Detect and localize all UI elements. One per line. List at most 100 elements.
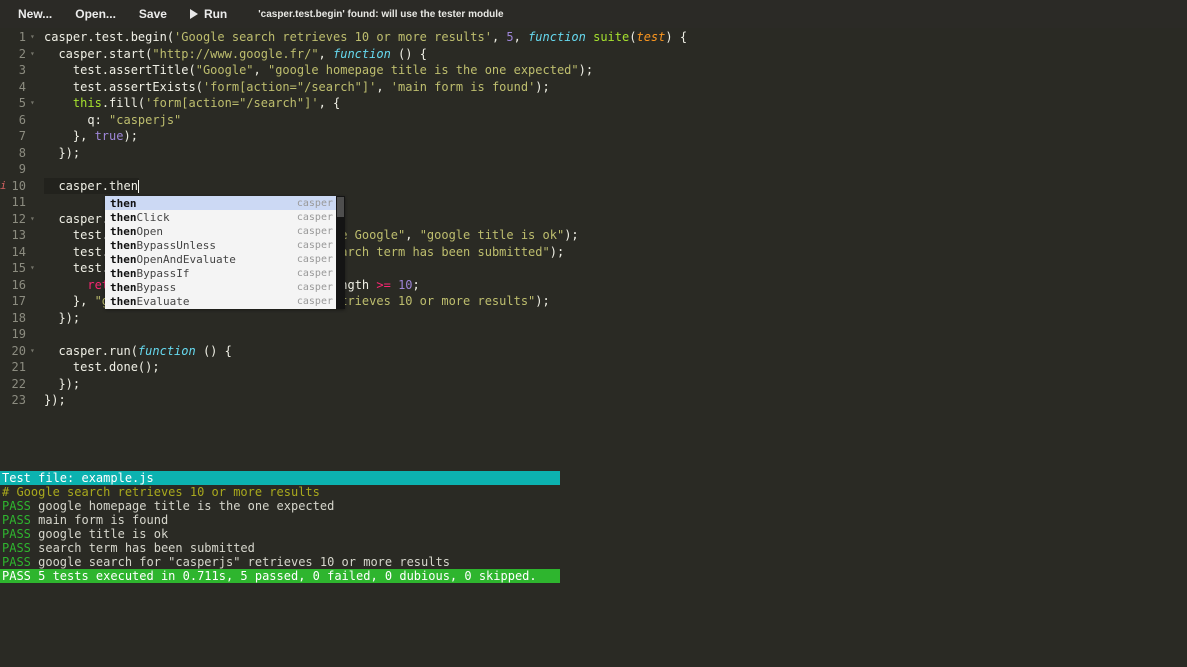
code-text: }, true);	[44, 128, 138, 145]
fold-toggle-icon[interactable]: ▾	[26, 343, 44, 360]
autocomplete-item-suffix: Click	[136, 210, 170, 224]
autocomplete-scrollbar[interactable]	[336, 196, 345, 309]
save-button[interactable]: Save	[139, 7, 167, 21]
code-token: test.assertExists(	[44, 79, 203, 94]
code-line[interactable]: 20 ▾ casper.run(function () {	[0, 343, 1187, 360]
text-cursor	[137, 179, 139, 193]
new-button[interactable]: New...	[18, 7, 52, 21]
autocomplete-item[interactable]: then Click casper	[105, 210, 345, 224]
autocomplete-item-meta: casper	[296, 296, 333, 308]
code-line[interactable]: 8 });	[0, 145, 1187, 162]
code-token: ;	[412, 277, 420, 292]
code-token: this	[72, 96, 102, 110]
console-test-file-bar: Test file: example.js	[0, 471, 560, 485]
code-line[interactable]: 9	[0, 161, 1187, 178]
status-message: 'casper.test.begin' found: will use the …	[258, 8, 504, 20]
line-number: 17	[11, 294, 26, 308]
toolbar: New... Open... Save Run 'casper.test.beg…	[0, 0, 1187, 28]
autocomplete-item[interactable]: then Evaluate casper	[105, 295, 345, 309]
autocomplete-item[interactable]: then casper	[105, 196, 345, 211]
code-line[interactable]: 18 });	[0, 310, 1187, 327]
code-token: 'form[action="/search"]'	[145, 96, 319, 110]
line-number: 18	[11, 310, 26, 325]
autocomplete-item-prefix: then	[110, 281, 137, 295]
code-line[interactable]: 22 });	[0, 376, 1187, 393]
code-line[interactable]: 4 test.assertExists('form[action="/searc…	[0, 79, 1187, 96]
autocomplete-item[interactable]: then OpenAndEvaluate casper	[105, 253, 345, 267]
line-number: 13	[11, 228, 26, 242]
line-number: 3	[18, 63, 26, 77]
pass-badge: PASS	[2, 555, 39, 569]
code-line[interactable]: 2 ▾ casper.start("http://www.google.fr/",…	[0, 46, 1187, 63]
code-line[interactable]: 23});	[0, 392, 1187, 409]
autocomplete-popup[interactable]: then casper then Click casper then Open casper t…	[105, 196, 345, 309]
line-number: 12	[11, 211, 26, 226]
fold-toggle-icon[interactable]: ▾	[26, 211, 44, 228]
autocomplete-item-prefix: then	[110, 196, 137, 210]
code-token: () {	[390, 46, 427, 61]
code-token: "search term has been submitted"	[318, 244, 550, 259]
console-result-bar: PASS 5 tests executed in 0.711s, 5 passe…	[0, 569, 560, 583]
autocomplete-item[interactable]: then BypassIf casper	[105, 267, 345, 281]
autocomplete-item[interactable]: then Open casper	[105, 224, 345, 238]
autocomplete-scrollbar-thumb[interactable]	[337, 197, 344, 217]
line-number: 2	[18, 46, 26, 61]
console-pass-line: PASS search term has been submitted	[0, 541, 560, 555]
code-text: q: "casperjs"	[44, 112, 181, 129]
autocomplete-item-prefix: then	[110, 224, 137, 238]
fold-toggle-icon[interactable]: ▾	[26, 95, 44, 112]
code-token: );	[535, 79, 550, 94]
code-line[interactable]: 1 ▾ casper.test.begin('Google search retri…	[0, 29, 1187, 46]
code-token: );	[564, 228, 579, 242]
code-line[interactable]: 7 }, true);	[0, 128, 1187, 145]
line-number: 21	[11, 360, 26, 374]
line-number: 6	[18, 112, 26, 127]
pass-badge: PASS	[2, 527, 39, 541]
code-line[interactable]: 5 ▾ this.fill('form[action="/search"]', {	[0, 95, 1187, 112]
code-token: function	[137, 343, 196, 358]
code-token: );	[549, 244, 565, 259]
autocomplete-item[interactable]: then BypassUnless casper	[105, 238, 345, 252]
code-text: casper.run(function () {	[44, 343, 231, 360]
code-text: casper.start("http://www.google.fr/", fu…	[44, 46, 427, 63]
line-number: 23	[11, 393, 26, 407]
code-token: 5	[506, 30, 514, 44]
open-button[interactable]: Open...	[75, 7, 116, 21]
code-line[interactable]: i 10 casper.then	[0, 177, 1187, 195]
code-token: ,	[491, 30, 507, 44]
line-number: 5	[18, 96, 26, 110]
fold-toggle-icon[interactable]: ▾	[26, 46, 44, 63]
fold-toggle-icon[interactable]: ▾	[26, 260, 44, 277]
code-token: ,	[253, 63, 268, 77]
code-line[interactable]: 3 test.assertTitle("Google", "google hom…	[0, 62, 1187, 79]
code-token: function	[333, 46, 391, 61]
code-token: );	[535, 294, 550, 308]
autocomplete-item-suffix: Bypass	[136, 281, 177, 295]
code-token: "http://www.google.fr/"	[152, 46, 319, 61]
code-token: test.assertTitle(	[44, 63, 196, 77]
code-line[interactable]: 21 test.done();	[0, 359, 1187, 376]
autocomplete-item[interactable]: then Bypass casper	[105, 281, 345, 295]
code-line[interactable]: 19	[0, 326, 1187, 343]
code-token: });	[44, 376, 81, 391]
code-line[interactable]: 6 q: "casperjs"	[0, 112, 1187, 129]
line-number: 14	[11, 244, 26, 259]
autocomplete-item-meta: casper	[296, 225, 333, 237]
code-token: casper.run(	[44, 343, 138, 358]
code-token: );	[123, 129, 138, 143]
code-token: ,	[405, 228, 420, 242]
run-button[interactable]: Run	[189, 7, 227, 21]
autocomplete-item-meta: casper	[296, 211, 333, 223]
fold-toggle-icon[interactable]: ▾	[26, 29, 44, 46]
code-token: 'main form is found'	[390, 79, 536, 94]
